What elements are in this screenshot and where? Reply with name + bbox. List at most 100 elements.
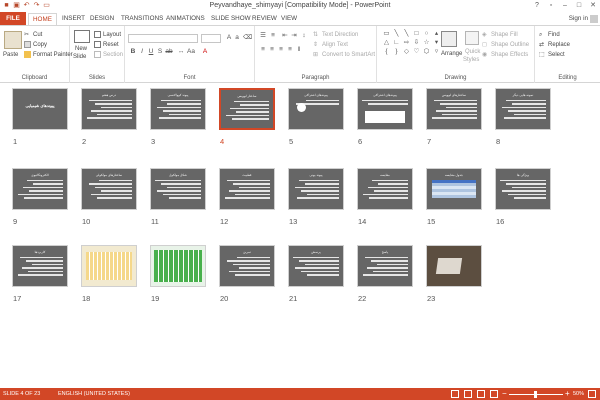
align-center-icon[interactable]: ≡ (268, 46, 276, 54)
bullets-icon[interactable]: ☰ (259, 32, 267, 40)
new-slide-dropdown[interactable]: Slide (73, 53, 86, 61)
shapes-gallery[interactable]: ▭ ╲ ╲ □ ○ ▴ △ ∟ ⇨ ⇩ ☆ ▾ { } ◇ ♡ ⬡ ▿ (382, 30, 438, 64)
slide-thumbnail[interactable]: پیوند کووالانسی (150, 88, 206, 130)
arrange-icon[interactable] (441, 31, 457, 47)
find-button[interactable]: ⌕ Find (539, 31, 560, 39)
zoom-slider-thumb[interactable] (534, 391, 537, 398)
convert-smartart-button[interactable]: ⊞ Convert to SmartArt (313, 51, 375, 59)
shape-fill-button[interactable]: ◈ Shape Fill (482, 31, 518, 39)
angle-shape-icon[interactable]: ∟ (392, 39, 401, 47)
font-size-box[interactable] (201, 34, 221, 43)
arrow-shape-icon[interactable]: ⇨ (402, 39, 411, 47)
line2-shape-icon[interactable]: ╲ (402, 30, 411, 38)
line-shape-icon[interactable]: ╲ (392, 30, 401, 38)
tab-animations[interactable]: ANIMATIONS (166, 14, 205, 24)
slide-thumbnail[interactable]: قطبیت (219, 168, 275, 210)
cube-shape-icon[interactable]: ⬡ (422, 48, 431, 56)
slide-thumbnail[interactable]: ساختارهای مولکولی (81, 168, 137, 210)
fit-slide-icon[interactable] (588, 390, 596, 398)
tab-insert[interactable]: INSERT (62, 14, 85, 24)
shrink-font-icon[interactable]: a (233, 34, 241, 42)
slide-thumbnail[interactable]: ساختار لوویس (219, 88, 275, 130)
font-name-box[interactable] (128, 34, 198, 43)
sign-in-link[interactable]: Sign in (569, 15, 588, 22)
textbox-shape-icon[interactable]: ▭ (382, 30, 391, 38)
zoom-out-icon[interactable]: − (502, 389, 507, 398)
tab-view[interactable]: VIEW (281, 14, 297, 24)
slide-thumbnail[interactable]: الکترونگاتیوی (12, 168, 68, 210)
slide-thumbnail[interactable]: شکل مولکول (150, 168, 206, 210)
close-icon[interactable]: ✕ (588, 1, 598, 10)
normal-view-icon[interactable] (451, 390, 459, 398)
select-button[interactable]: ⬚ Select (539, 51, 565, 59)
tab-review[interactable]: REVIEW (252, 14, 277, 24)
shadow-icon[interactable]: S (156, 48, 164, 56)
tab-home[interactable]: HOME (28, 13, 57, 25)
reading-view-icon[interactable] (477, 390, 485, 398)
italic-icon[interactable]: I (138, 48, 146, 56)
spacing-icon[interactable]: ↔ (177, 48, 185, 56)
clear-format-icon[interactable]: ⌫ (243, 34, 252, 42)
paste-icon[interactable] (4, 31, 22, 49)
paste-button[interactable]: Paste (3, 51, 18, 59)
slide-thumbnail[interactable]: پیوندهای اشتراکی (357, 88, 413, 130)
avatar[interactable] (590, 15, 598, 23)
language-indicator[interactable]: ENGLISH (UNITED STATES) (58, 391, 130, 397)
slide-thumbnail[interactable]: نمونه هایی دیگر (495, 88, 551, 130)
increase-indent-icon[interactable]: ⇥ (290, 32, 298, 40)
rect-shape-icon[interactable]: □ (412, 30, 421, 38)
star-shape-icon[interactable]: ☆ (422, 39, 431, 47)
more-shapes2-icon[interactable]: ▾ (432, 39, 441, 47)
zoom-level[interactable]: 50% (573, 391, 584, 397)
format-painter-button[interactable]: Format Painter (24, 51, 73, 59)
shape-outline-button[interactable]: ◻ Shape Outline (482, 41, 529, 49)
copy-button[interactable]: Copy (24, 41, 47, 49)
layout-button[interactable]: Layout (94, 31, 121, 39)
zoom-in-icon[interactable]: + (565, 389, 570, 398)
slide-thumbnail[interactable]: پرسش (288, 245, 344, 287)
reset-button[interactable]: Reset (94, 41, 119, 49)
change-case-icon[interactable]: Aa (187, 48, 195, 56)
slide-thumbnail[interactable]: درس هفتم (81, 88, 137, 130)
tab-file[interactable]: FILE (0, 12, 26, 25)
slideshow-view-icon[interactable] (490, 390, 498, 398)
slide-thumbnail[interactable] (150, 245, 206, 287)
align-text-button[interactable]: ⇕ Align Text (313, 41, 348, 49)
help-icon[interactable]: ? (532, 1, 542, 10)
section-button[interactable]: Section (94, 51, 123, 59)
slide-thumbnail[interactable] (426, 245, 482, 287)
slide-thumbnail[interactable]: پیوندهای شیمیایی (12, 88, 68, 130)
tab-design[interactable]: DESIGN (90, 14, 114, 24)
tab-transitions[interactable]: TRANSITIONS (121, 14, 163, 24)
numbering-icon[interactable]: ≡ (269, 32, 277, 40)
expand-shapes-icon[interactable]: ▿ (432, 48, 441, 56)
heart-shape-icon[interactable]: ♡ (412, 48, 421, 56)
slide-thumbnail[interactable]: ویژگی ها (495, 168, 551, 210)
shape-effects-button[interactable]: ◉ Shape Effects (482, 51, 528, 59)
new-slide-icon[interactable] (74, 30, 90, 43)
arrow2-shape-icon[interactable]: ⇩ (412, 39, 421, 47)
cut-button[interactable]: ✂ Cut (24, 31, 42, 39)
quick-styles-button[interactable]: Quick (465, 48, 480, 56)
font-color-icon[interactable]: A (201, 48, 209, 56)
callout-shape-icon[interactable]: ◇ (402, 48, 411, 56)
line-spacing-icon[interactable]: ↕ (300, 32, 308, 40)
tab-slide-show[interactable]: SLIDE SHOW (211, 14, 251, 24)
quick-styles-icon[interactable] (465, 31, 479, 45)
maximize-icon[interactable]: □ (574, 1, 584, 10)
slide-thumbnail[interactable] (81, 245, 137, 287)
slide-thumbnail[interactable]: جدول مقایسه (426, 168, 482, 210)
brace2-shape-icon[interactable]: } (392, 48, 401, 56)
text-direction-button[interactable]: ⇅ Text Direction (313, 31, 358, 39)
ribbon-display-icon[interactable]: ▫ (546, 1, 556, 10)
slide-sorter-view-icon[interactable] (464, 390, 472, 398)
columns-icon[interactable]: ‖ (295, 46, 303, 54)
slide-thumbnail[interactable]: پاسخ (357, 245, 413, 287)
slide-thumbnail[interactable]: مقایسه (357, 168, 413, 210)
triangle-shape-icon[interactable]: △ (382, 39, 391, 47)
bold-icon[interactable]: B (129, 48, 137, 56)
strikethrough-icon[interactable]: ab (165, 48, 173, 56)
slide-thumbnail[interactable]: تمرین (219, 245, 275, 287)
align-right-icon[interactable]: ≡ (277, 46, 285, 54)
slide-thumbnail[interactable]: کاربردها (12, 245, 68, 287)
